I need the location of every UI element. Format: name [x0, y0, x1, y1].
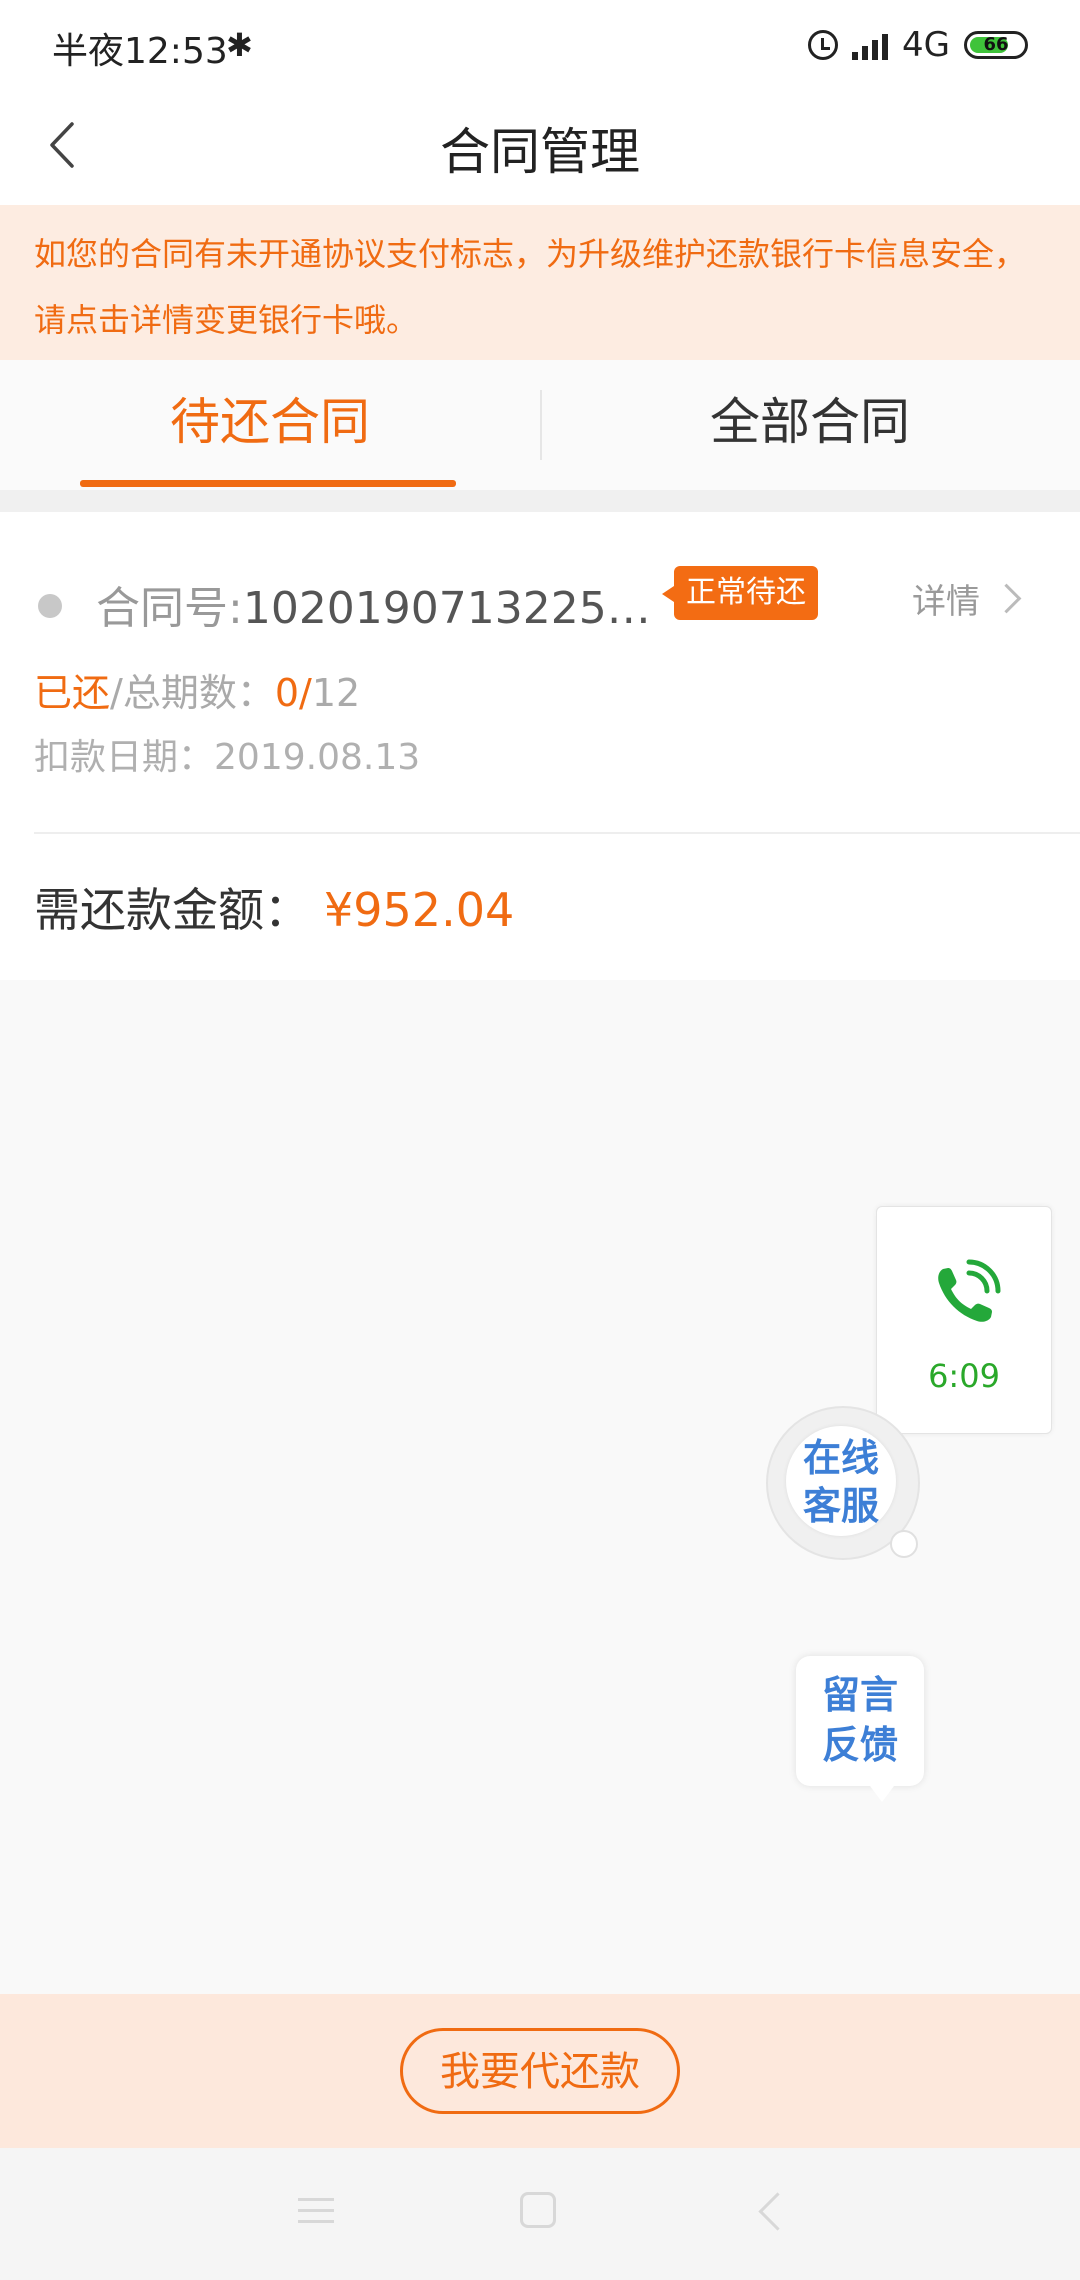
- amount-label: 需还款金额：: [34, 883, 310, 937]
- active-tab-indicator: [80, 480, 456, 487]
- amount-due: 需还款金额： ¥952.04: [34, 874, 514, 940]
- battery-icon: 66: [964, 31, 1028, 59]
- repaid-label: 已还: [34, 671, 111, 715]
- online-service-button[interactable]: 在线 客服: [756, 1396, 960, 1566]
- detail-link[interactable]: 详情: [912, 574, 1022, 623]
- card-divider: [34, 832, 1080, 834]
- repay-for-others-button[interactable]: 我要代还款: [400, 2028, 680, 2114]
- contract-number-value: 102019071322585...: [242, 583, 656, 634]
- menu-icon[interactable]: [298, 2198, 334, 2226]
- page-title: 合同管理: [440, 123, 640, 181]
- notice-banner[interactable]: 如您的合同有未开通协议支付标志，为升级维护还款银行卡信息安全，请点击详情变更银行…: [0, 205, 1080, 360]
- bluetooth-icon: ✱: [226, 26, 253, 64]
- status-time: 半夜12:53: [52, 31, 228, 72]
- status-dot-icon: [38, 594, 62, 618]
- amount-value: ¥952.04: [324, 883, 515, 937]
- status-bar: 半夜12:53 ✱ 4G 66: [0, 0, 1080, 90]
- section-gap: [0, 490, 1080, 512]
- contract-number: 合同号:102019071322585...: [96, 572, 656, 636]
- network-type: 4G: [902, 25, 950, 65]
- deduct-date-label: 扣款日期：: [34, 737, 215, 778]
- back-nav-icon[interactable]: [758, 2192, 797, 2231]
- deduct-date-value: 2019.08.13: [214, 737, 421, 778]
- system-nav-bar: [0, 2148, 1080, 2280]
- repaid-count: 0/: [274, 671, 312, 715]
- contract-card[interactable]: 合同号:102019071322585... 正常待还 详情 已还/总期数：0/…: [0, 512, 1080, 980]
- contract-number-label: 合同号:: [96, 583, 243, 634]
- bottom-action-bar: 我要代还款: [0, 1994, 1080, 2148]
- battery-level: 66: [983, 34, 1009, 55]
- status-badge: 正常待还: [662, 566, 818, 620]
- feedback-label: 留言 反馈: [821, 1673, 898, 1767]
- call-duration: 6:09: [928, 1357, 1000, 1395]
- tab-all-contracts[interactable]: 全部合同: [540, 360, 1080, 490]
- deduct-date: 扣款日期：2019.08.13: [34, 728, 420, 780]
- total-periods-label: /总期数：: [110, 671, 275, 715]
- online-service-knob: [890, 1530, 918, 1558]
- home-icon[interactable]: [520, 2192, 556, 2228]
- tab-bar: 待还合同 全部合同: [0, 360, 1080, 490]
- header: 合同管理: [0, 90, 1080, 205]
- alarm-icon: [808, 30, 839, 60]
- tab-pending-contracts[interactable]: 待还合同: [0, 360, 540, 490]
- signal-icon: [852, 30, 889, 60]
- total-count: 12: [311, 671, 361, 715]
- detail-label: 详情: [912, 582, 980, 622]
- chevron-right-icon: [991, 583, 1022, 614]
- feedback-button[interactable]: 留言 反馈: [796, 1656, 924, 1802]
- phone-icon: [938, 1259, 1001, 1322]
- online-service-label: 在线 客服: [802, 1436, 879, 1528]
- status-indicators: 4G 66: [808, 20, 1028, 70]
- period-progress: 已还/总期数：0/12: [34, 662, 360, 717]
